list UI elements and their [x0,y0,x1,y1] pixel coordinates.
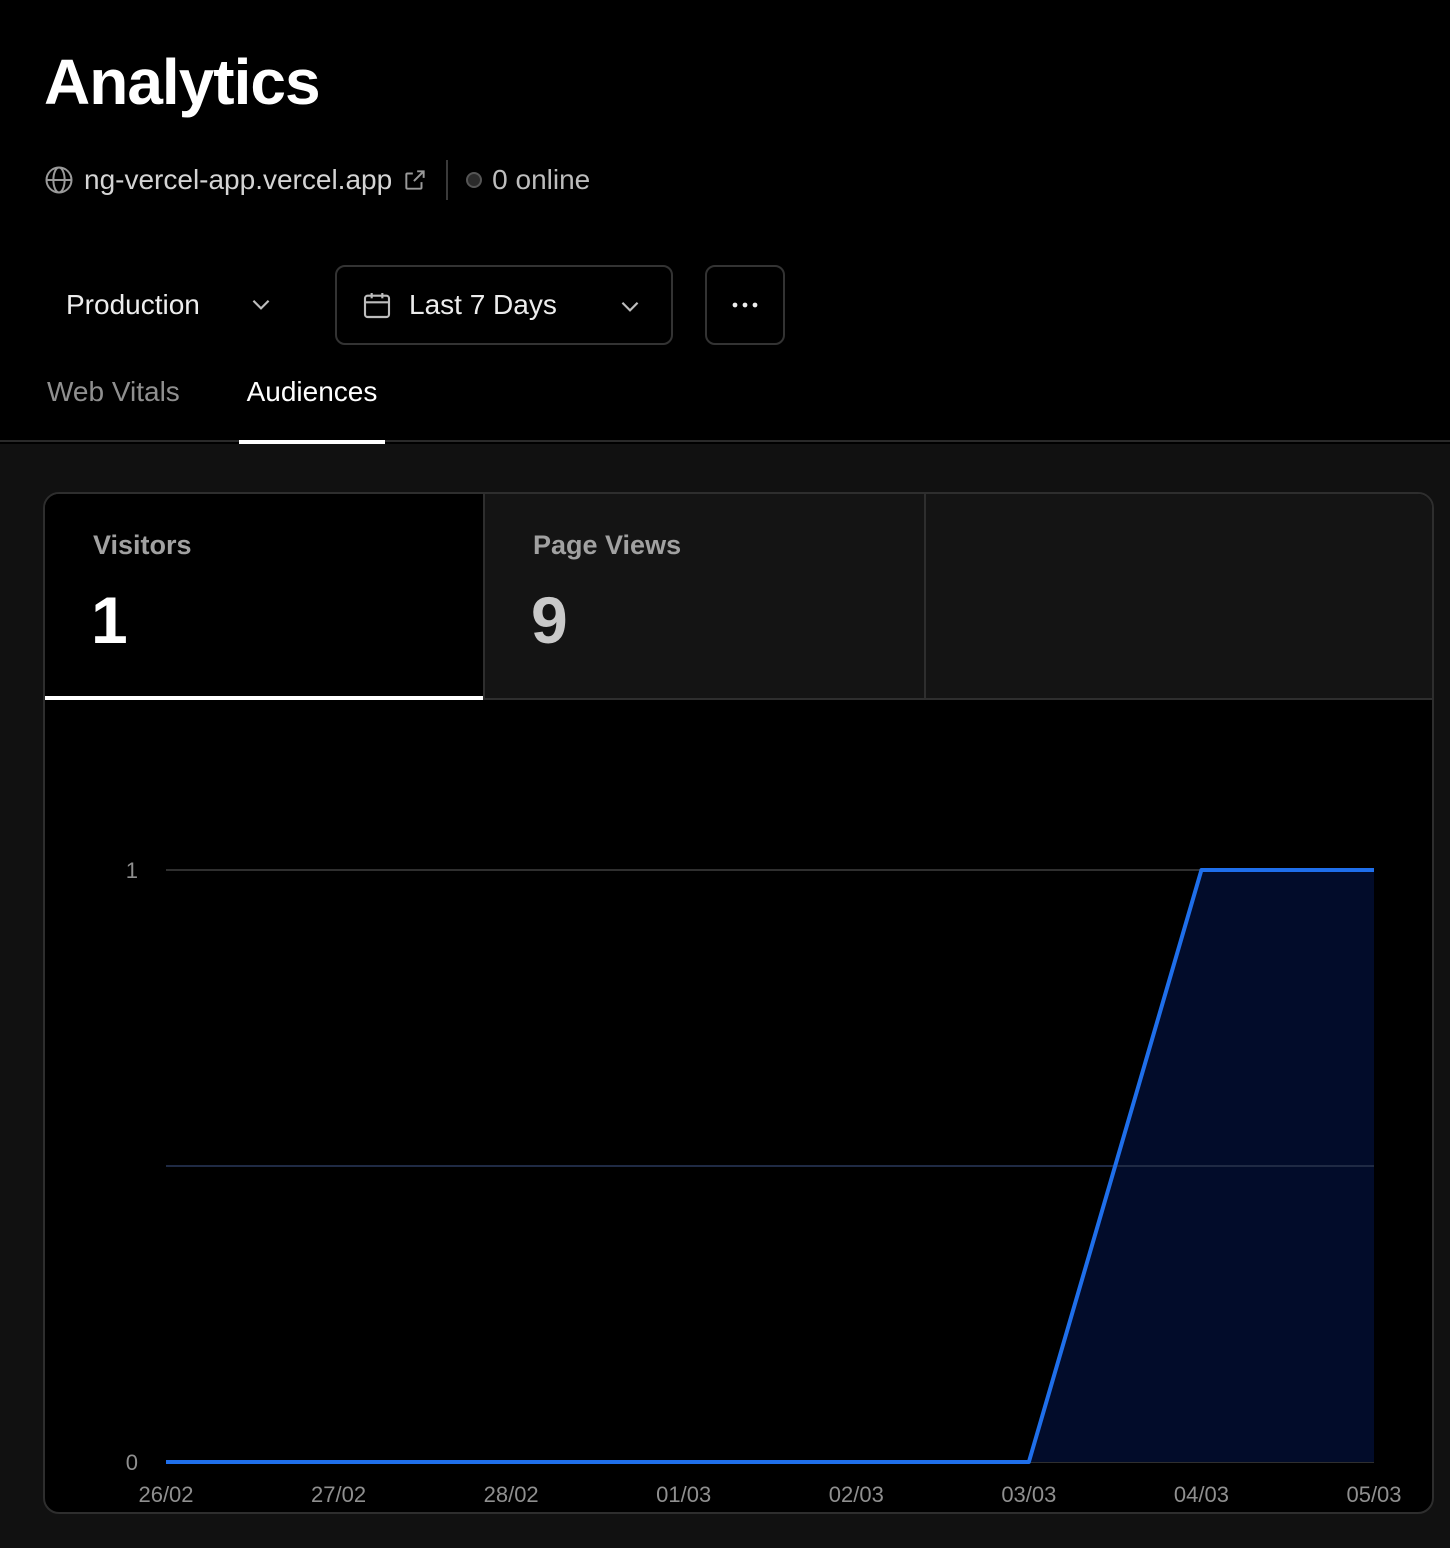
date-range-select[interactable]: Last 7 Days [335,265,673,345]
meta-divider [446,160,449,200]
page-title: Analytics [44,46,321,118]
tab-audiences[interactable]: Audiences [239,364,385,444]
project-meta: ng-vercel-app.vercel.app 0 online [44,160,590,200]
visitors-chart-svg: 0 1 26/02 27/02 28/02 01/03 02/03 03/03 04/03 05/… [126,858,1402,1507]
external-link-icon[interactable] [402,167,428,193]
domain-link[interactable]: ng-vercel-app.vercel.app [84,164,392,196]
online-status-dot-icon [466,172,483,188]
visitors-chart: 0 1 26/02 27/02 28/02 01/03 02/03 03/03 04/03 05/… [45,700,1432,1512]
y-tick-label: 1 [126,858,138,883]
calendar-icon [363,293,391,319]
x-tick-label: 26/02 [138,1482,193,1507]
x-tick-label: 04/03 [1174,1482,1229,1507]
x-tick-label: 02/03 [829,1482,884,1507]
stat-label: Page Views [533,530,682,560]
stat-empty [926,494,1432,698]
stat-value: 9 [531,583,568,657]
content-area: Visitors 1 Page Views 9 0 1 26/02 27/02 28/0… [0,444,1450,1548]
ellipsis-icon [732,302,758,308]
audience-card: Visitors 1 Page Views 9 0 1 26/02 27/02 28/0… [43,492,1434,1514]
x-tick-label: 01/03 [656,1482,711,1507]
more-options-button[interactable] [705,265,785,345]
stat-label: Visitors [93,530,192,560]
stats-row: Visitors 1 Page Views 9 [45,494,1432,700]
analytics-tabs: Web Vitals Audiences [0,364,1450,444]
tab-web-vitals[interactable]: Web Vitals [47,364,180,442]
x-tick-label: 27/02 [311,1482,366,1507]
date-range-label: Last 7 Days [409,289,557,320]
environment-select[interactable]: Production [44,265,294,345]
online-count: 0 online [492,164,591,195]
environment-label: Production [66,289,200,320]
x-tick-label: 28/02 [484,1482,539,1507]
stat-visitors[interactable]: Visitors 1 [45,494,485,700]
globe-icon [45,166,73,194]
chevron-down-icon [621,301,639,312]
stat-page-views[interactable]: Page Views 9 [485,494,926,698]
y-tick-label: 0 [126,1450,138,1475]
analytics-header: Analytics ng-vercel-app.vercel.app 0 onl… [0,0,1450,444]
x-tick-label: 03/03 [1001,1482,1056,1507]
chevron-down-icon [252,299,270,310]
stat-value: 1 [91,583,128,657]
x-tick-label: 05/03 [1346,1482,1401,1507]
